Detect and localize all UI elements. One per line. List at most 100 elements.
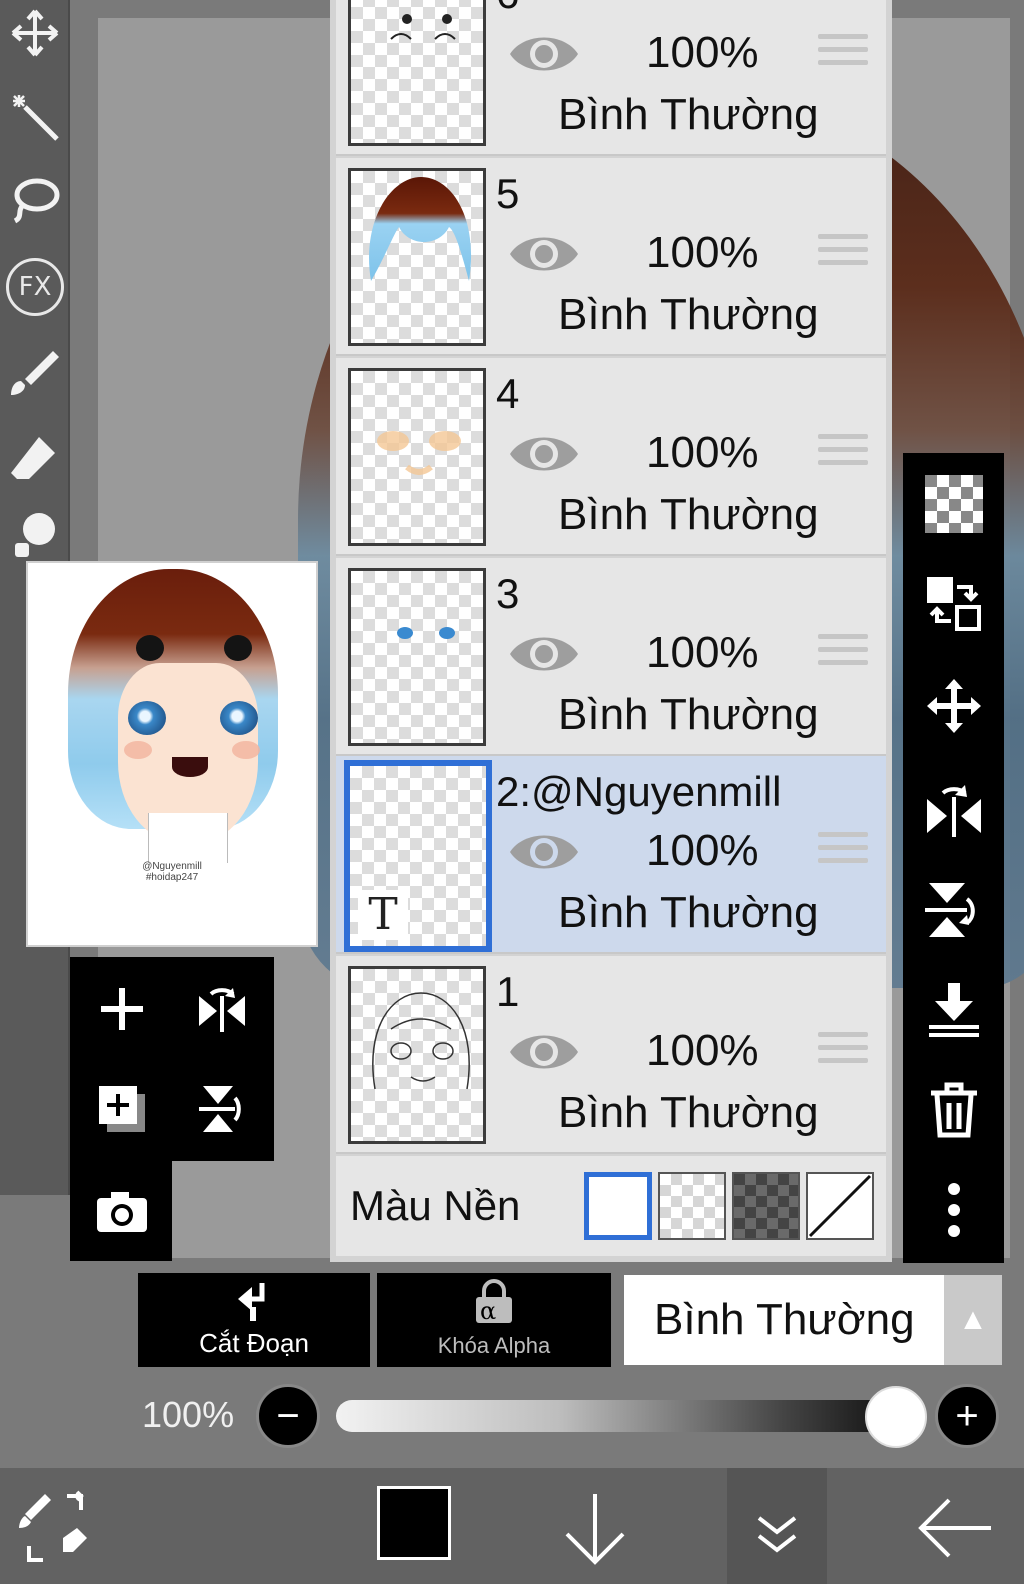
layer-opacity[interactable]: 100%	[646, 1026, 759, 1076]
layer-row[interactable]: 4 100% Bình Thường	[336, 358, 886, 556]
blend-mode-dropdown-icon[interactable]: ▲	[944, 1275, 1002, 1365]
swap-layer-icon[interactable]	[923, 573, 985, 635]
add-copy-icon[interactable]	[92, 1079, 152, 1139]
fx-icon[interactable]: FX	[6, 258, 64, 316]
layer-name: 1	[496, 968, 520, 1015]
down-arrow-icon[interactable]	[555, 1478, 635, 1578]
background-color-row: Màu Nền	[336, 1156, 886, 1256]
eye-icon[interactable]	[508, 1026, 580, 1078]
layer-row[interactable]: 5 100% Bình Thường	[336, 158, 886, 356]
move-tool-icon[interactable]	[6, 4, 64, 62]
move-icon[interactable]	[923, 675, 985, 737]
layer-row-selected[interactable]: T 2:@Nguyenmill 100% Bình Thường	[336, 756, 886, 954]
eraser-icon[interactable]	[6, 428, 64, 486]
opacity-slider-knob[interactable]	[865, 1386, 927, 1448]
eye-icon[interactable]	[508, 628, 580, 680]
layer-opacity[interactable]: 100%	[646, 428, 759, 478]
bg-checker-light-swatch[interactable]	[658, 1172, 726, 1240]
merge-down-icon[interactable]	[923, 979, 985, 1041]
preview-eye-left	[128, 701, 166, 735]
layer-4-content	[377, 431, 461, 475]
eye-icon[interactable]	[508, 826, 580, 878]
layer-thumbnail[interactable]	[348, 168, 486, 346]
layer-blend-mode[interactable]: Bình Thường	[558, 490, 819, 540]
clipping-arrow-icon	[238, 1283, 265, 1321]
brush-icon[interactable]	[6, 344, 64, 402]
smudge-icon[interactable]	[6, 506, 64, 564]
alpha-lock-label: Khóa Alpha	[437, 1333, 551, 1358]
layer-thumbnail[interactable]	[348, 568, 486, 746]
layer-opacity[interactable]: 100%	[646, 826, 759, 876]
magic-wand-icon[interactable]	[6, 88, 64, 146]
layer-name: 6	[496, 0, 519, 18]
add-layer-icon[interactable]	[92, 979, 152, 1039]
layer-opacity[interactable]: 100%	[646, 228, 759, 278]
signature-line-2: #hoidap247	[145, 872, 199, 883]
bg-none-swatch[interactable]	[806, 1172, 874, 1240]
alpha-lock-button[interactable]: α Khóa Alpha	[377, 1273, 611, 1367]
drag-handle-icon[interactable]	[818, 1032, 868, 1072]
layer-blend-mode[interactable]: Bình Thường	[558, 888, 819, 938]
opacity-decrease-button[interactable]: −	[256, 1384, 320, 1448]
layer-blend-mode[interactable]: Bình Thường	[558, 290, 819, 340]
drag-handle-icon[interactable]	[818, 34, 868, 74]
layer-3-content	[397, 627, 455, 639]
layer-row[interactable]: 3 100% Bình Thường	[336, 558, 886, 756]
alpha-glyph: α	[480, 1297, 497, 1325]
back-arrow-icon[interactable]	[910, 1478, 1000, 1578]
flip-h-icon[interactable]	[192, 979, 252, 1039]
layer-thumbnail[interactable]	[348, 0, 486, 146]
signature-line-1: @Nguyenmill	[142, 861, 202, 872]
clipping-button[interactable]: Cắt Đoạn	[138, 1273, 370, 1367]
layer-opacity[interactable]: 100%	[646, 28, 759, 78]
flip-horizontal-icon[interactable]	[923, 777, 985, 839]
layer-row[interactable]: 1 100% Bình Thường	[336, 956, 886, 1154]
layer-blend-mode[interactable]: Bình Thường	[558, 90, 819, 140]
layer-blend-mode[interactable]: Bình Thường	[558, 690, 819, 740]
flip-v-icon[interactable]	[192, 1079, 252, 1139]
blend-mode-select[interactable]: Bình Thường	[624, 1275, 944, 1365]
drag-handle-icon[interactable]	[818, 832, 868, 872]
text-layer-icon: T	[358, 890, 408, 940]
layer-name: 2:@Nguyenmill	[496, 768, 782, 815]
opacity-increase-button[interactable]: +	[935, 1384, 999, 1448]
drag-handle-icon[interactable]	[818, 234, 868, 274]
layer-action-box	[70, 957, 274, 1161]
layer-name: 4	[496, 370, 520, 417]
layer-thumbnail[interactable]	[348, 368, 486, 546]
layer-thumbnail[interactable]	[348, 966, 486, 1144]
canvas-preview[interactable]: @Nguyenmill #hoidap247	[26, 561, 318, 947]
layer-opacity[interactable]: 100%	[646, 628, 759, 678]
preview-neck	[148, 813, 228, 863]
layer-thumbnail[interactable]: T	[344, 760, 492, 952]
clipping-label: Cắt Đoạn	[199, 1328, 309, 1358]
layer-name: 3	[496, 570, 520, 617]
bottom-bar	[0, 1468, 1024, 1584]
drag-handle-icon[interactable]	[818, 634, 868, 674]
more-icon[interactable]	[923, 1179, 985, 1241]
layer-row[interactable]: 6 100% Bình Thường	[336, 0, 886, 156]
eye-icon[interactable]	[508, 428, 580, 480]
layer-6-content	[390, 14, 456, 40]
background-label: Màu Nền	[350, 1182, 521, 1229]
layer-name: 5	[496, 170, 520, 217]
camera-icon[interactable]	[92, 1181, 152, 1241]
layer-blend-mode[interactable]: Bình Thường	[558, 1088, 819, 1138]
double-chevron-icon[interactable]	[737, 1478, 817, 1578]
preview-mouth	[172, 757, 208, 777]
bg-white-swatch[interactable]	[584, 1172, 652, 1240]
trash-icon[interactable]	[923, 1079, 985, 1141]
flip-vertical-icon[interactable]	[923, 879, 985, 941]
lasso-icon[interactable]	[6, 172, 64, 230]
bg-checker-dark-swatch[interactable]	[732, 1172, 800, 1240]
transparency-icon[interactable]	[923, 473, 985, 535]
drag-handle-icon[interactable]	[818, 434, 868, 474]
opacity-slider[interactable]	[336, 1400, 896, 1432]
current-color-swatch[interactable]	[377, 1486, 451, 1560]
preview-eye-right	[220, 701, 258, 735]
eye-icon[interactable]	[508, 228, 580, 280]
eye-icon[interactable]	[508, 28, 580, 80]
opacity-value: 100%	[142, 1394, 235, 1435]
swap-tools-icon[interactable]	[10, 1478, 100, 1578]
camera-box	[70, 1161, 172, 1261]
